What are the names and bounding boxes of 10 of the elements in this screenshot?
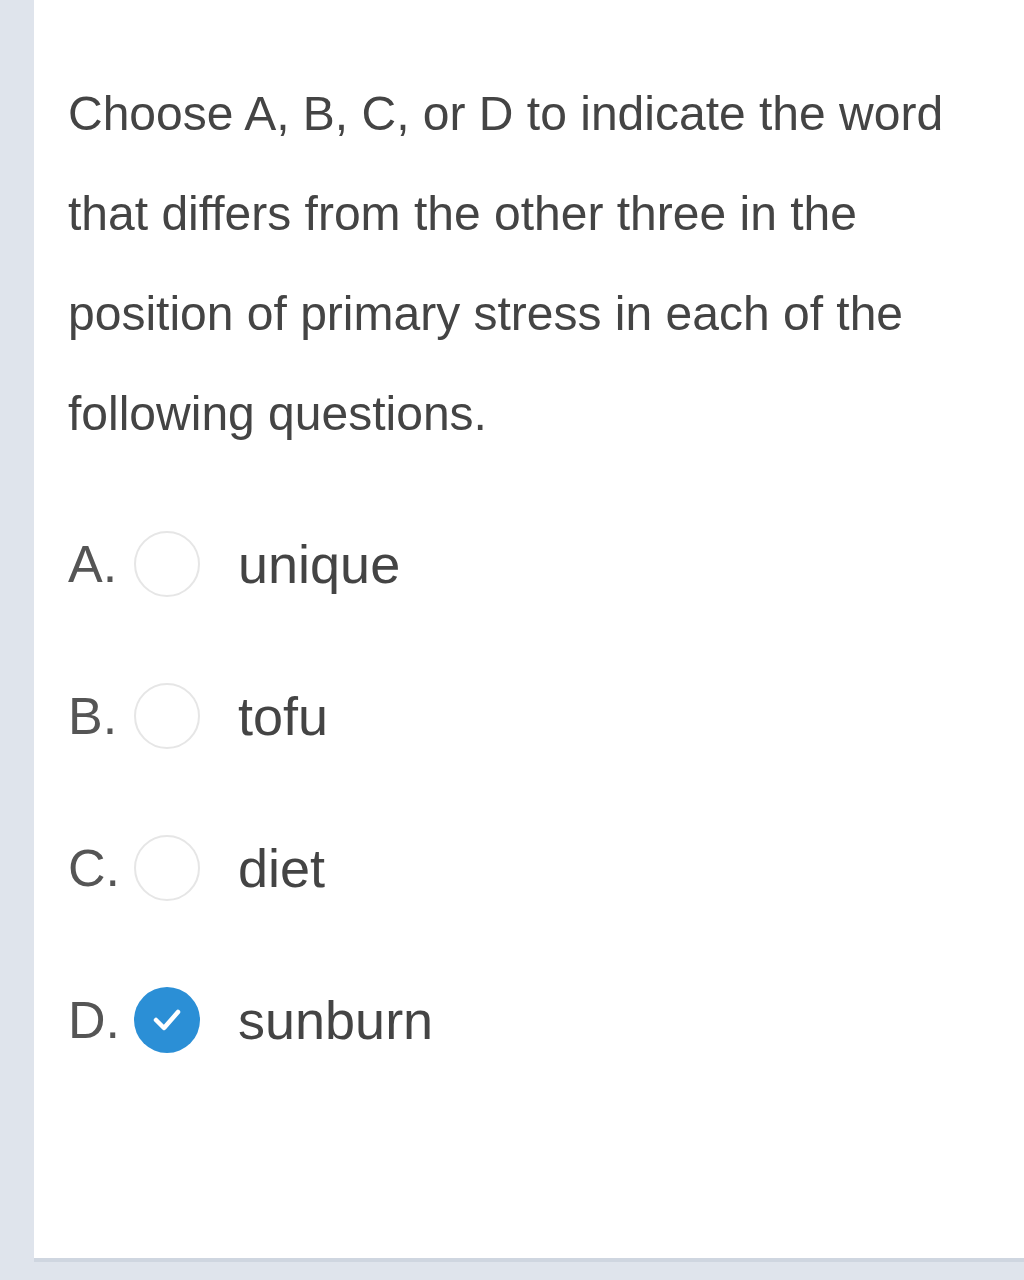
option-letter: D. <box>68 990 121 1050</box>
option-label: diet <box>238 837 326 899</box>
option-letter: C. <box>68 838 121 898</box>
option-label: sunburn <box>238 989 434 1051</box>
question-text: Choose A, B, C, or D to indicate the word that differs from the other three in the position of primary stress in each of the following questions. <box>68 86 945 442</box>
option-letter: A. <box>68 534 119 594</box>
checkmark-icon <box>153 1009 181 1031</box>
option-label: tofu <box>238 685 329 747</box>
option-letter: B. <box>68 686 119 746</box>
option-label: unique <box>238 533 401 595</box>
